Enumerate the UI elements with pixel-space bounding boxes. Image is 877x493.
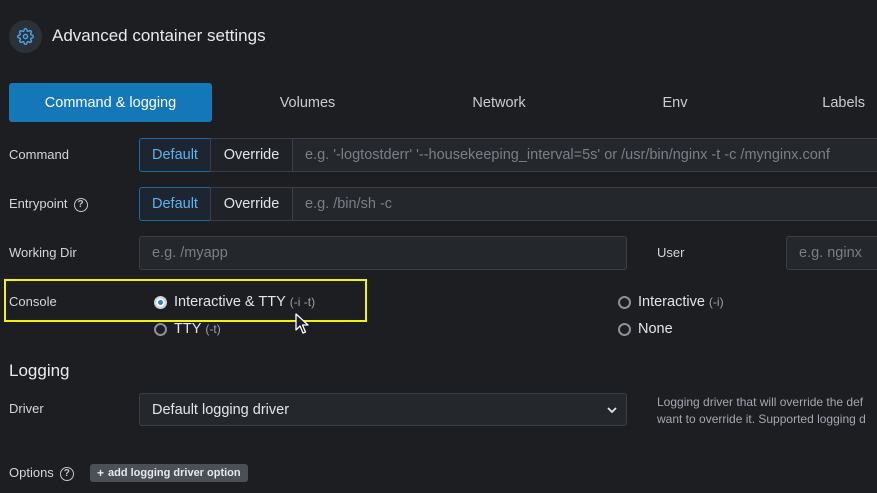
add-logging-option-button[interactable]: + add logging driver option — [90, 464, 248, 482]
tab-network[interactable]: Network — [403, 83, 595, 122]
entrypoint-input[interactable]: e.g. /bin/sh -c — [292, 187, 877, 221]
radio-button[interactable] — [154, 295, 167, 309]
radio-hint: (-i -t) — [289, 295, 316, 309]
command-override-button[interactable]: Override — [210, 138, 293, 172]
radio-none[interactable]: None — [618, 321, 673, 337]
options-label: Options? — [9, 465, 74, 481]
options-label-text: Options — [9, 465, 54, 480]
entrypoint-default-button[interactable]: Default — [139, 187, 211, 221]
question-circle-icon[interactable]: ? — [59, 466, 74, 481]
working-dir-input[interactable]: e.g. /myapp — [139, 236, 627, 270]
help-line: want to override it. Supported logging d — [657, 412, 866, 426]
driver-help-text: Logging driver that will override the de… — [657, 394, 866, 428]
radio-button[interactable] — [618, 322, 631, 336]
entrypoint-label: Entrypoint? — [9, 196, 88, 212]
radio-label: Interactive & TTY — [174, 294, 286, 310]
entrypoint-label-text: Entrypoint — [9, 196, 68, 211]
entrypoint-row: Default Override e.g. /bin/sh -c — [139, 187, 877, 221]
header-icon-badge — [9, 20, 42, 53]
radio-hint: (-t) — [205, 322, 221, 336]
driver-select-value: Default logging driver — [152, 401, 290, 418]
radio-tty[interactable]: TTY (-t) — [154, 321, 221, 337]
user-input[interactable]: e.g. nginx — [786, 236, 877, 270]
page-title: Advanced container settings — [52, 26, 266, 45]
driver-select[interactable]: Default logging driver — [139, 393, 627, 426]
chevron-down-icon — [607, 407, 617, 414]
user-label: User — [657, 245, 685, 260]
help-line: Logging driver that will override the de… — [657, 395, 864, 409]
tab-env[interactable]: Env — [595, 83, 755, 122]
entrypoint-override-button[interactable]: Override — [210, 187, 293, 221]
driver-label: Driver — [9, 401, 44, 416]
tab-volumes[interactable]: Volumes — [212, 83, 403, 122]
question-circle-icon[interactable]: ? — [73, 197, 88, 212]
radio-interactive[interactable]: Interactive (-i) — [618, 294, 724, 310]
tab-command-logging[interactable]: Command & logging — [9, 83, 212, 122]
radio-label: TTY — [174, 321, 202, 337]
radio-label: None — [638, 321, 673, 337]
command-input[interactable]: e.g. '-logtostderr' '--housekeeping_inte… — [292, 138, 877, 172]
radio-button[interactable] — [618, 295, 631, 309]
command-row: Default Override e.g. '-logtostderr' '--… — [139, 138, 877, 172]
plus-icon: + — [97, 466, 105, 480]
logging-section-title: Logging — [9, 361, 70, 380]
command-default-button[interactable]: Default — [139, 138, 211, 172]
gear-icon — [17, 28, 34, 45]
radio-hint: (-i) — [708, 295, 724, 309]
add-option-label: add logging driver option — [108, 467, 241, 479]
radio-interactive-tty[interactable]: Interactive & TTY (-i -t) — [154, 294, 315, 310]
radio-label: Interactive — [638, 294, 705, 310]
working-dir-label: Working Dir — [9, 245, 77, 260]
mouse-cursor-icon — [295, 313, 309, 334]
radio-button[interactable] — [154, 322, 167, 336]
tab-labels[interactable]: Labels — [755, 83, 877, 122]
command-label: Command — [9, 147, 69, 162]
